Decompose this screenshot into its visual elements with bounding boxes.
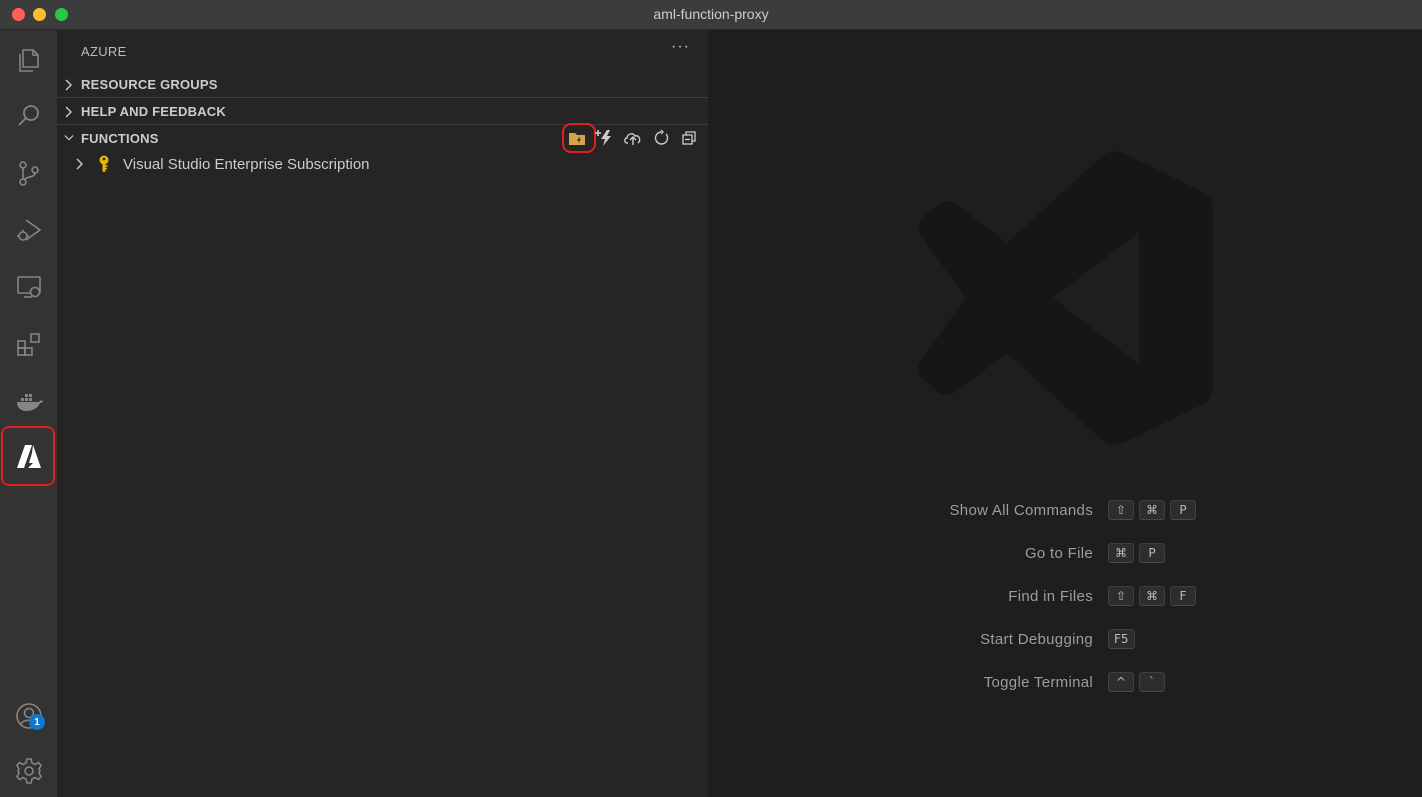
command-key: ⌘ <box>1139 500 1165 520</box>
title-bar: aml-function-proxy <box>0 0 1422 30</box>
key-icon <box>97 155 113 173</box>
shortcut-go-to-file[interactable]: Go to File ⌘ P <box>708 543 1422 567</box>
shortcut-show-all-commands[interactable]: Show All Commands ⇧ ⌘ P <box>708 500 1422 524</box>
section-help-feedback[interactable]: HELP AND FEEDBACK <box>57 99 708 125</box>
extensions-icon[interactable] <box>0 318 57 370</box>
subscription-label: Visual Studio Enterprise Subscription <box>123 155 370 173</box>
section-label: HELP AND FEEDBACK <box>81 104 226 119</box>
source-control-icon[interactable] <box>0 147 57 199</box>
collapse-all-icon <box>682 131 696 145</box>
accounts-badge: 1 <box>29 714 45 730</box>
window-title: aml-function-proxy <box>653 6 769 22</box>
section-functions[interactable]: FUNCTIONS <box>57 123 708 153</box>
vscode-logo-watermark-icon <box>918 151 1213 445</box>
chevron-down-icon <box>64 133 74 143</box>
shift-key: ⇧ <box>1108 500 1134 520</box>
shortcut-keys: ^ ` <box>1108 672 1165 692</box>
shortcut-keys: ⌘ P <box>1108 543 1165 563</box>
shift-key: ⇧ <box>1108 586 1134 606</box>
function-key: F5 <box>1108 629 1135 649</box>
more-actions-button[interactable]: ··· <box>671 38 690 56</box>
collapse-all-button[interactable] <box>678 127 700 149</box>
deploy-button[interactable] <box>622 127 644 149</box>
shortcut-find-in-files[interactable]: Find in Files ⇧ ⌘ F <box>708 586 1422 610</box>
tree-item-subscription[interactable]: Visual Studio Enterprise Subscription <box>57 152 708 176</box>
sidebar-title: AZURE <box>81 44 127 59</box>
shortcut-label: Start Debugging <box>980 631 1093 648</box>
docker-icon[interactable] <box>0 375 57 427</box>
shortcut-toggle-terminal[interactable]: Toggle Terminal ^ ` <box>708 672 1422 696</box>
command-key: ⌘ <box>1108 543 1134 563</box>
chevron-right-icon <box>75 158 85 170</box>
shortcut-label: Go to File <box>1024 545 1093 562</box>
section-resource-groups[interactable]: RESOURCE GROUPS <box>57 72 708 98</box>
search-icon[interactable] <box>0 90 57 142</box>
shortcut-label: Find in Files <box>1008 588 1093 605</box>
functions-toolbar <box>562 123 700 153</box>
accounts-icon[interactable] <box>0 690 57 742</box>
create-project-highlight-annotation <box>562 123 596 153</box>
chevron-right-icon <box>64 106 74 118</box>
activity-bar: 1 <box>0 30 57 797</box>
run-debug-icon[interactable] <box>0 204 57 256</box>
section-label: FUNCTIONS <box>81 130 159 146</box>
letter-key: P <box>1139 543 1165 563</box>
shortcut-label: Show All Commands <box>949 502 1093 519</box>
command-key: ⌘ <box>1139 586 1165 606</box>
azure-sidebar: AZURE ··· RESOURCE GROUPS HELP AND FEEDB… <box>57 30 708 797</box>
chevron-right-icon <box>64 79 74 91</box>
backtick-key: ` <box>1139 672 1165 692</box>
control-key: ^ <box>1108 672 1134 692</box>
azure-highlight-annotation <box>1 426 55 486</box>
section-label: RESOURCE GROUPS <box>81 77 218 92</box>
settings-gear-icon[interactable] <box>0 745 57 797</box>
remote-explorer-icon[interactable] <box>0 261 57 313</box>
editor-area: Show All Commands ⇧ ⌘ P Go to File ⌘ P F… <box>708 30 1422 797</box>
deploy-icon <box>624 133 641 145</box>
letter-key: F <box>1170 586 1196 606</box>
letter-key: P <box>1170 500 1196 520</box>
create-function-button[interactable] <box>594 127 616 149</box>
refresh-icon <box>654 129 669 145</box>
create-function-icon <box>595 130 611 146</box>
shortcut-keys: ⇧ ⌘ P <box>1108 500 1196 520</box>
explorer-icon[interactable] <box>0 34 57 86</box>
create-new-project-button[interactable] <box>562 123 596 153</box>
shortcut-keys: ⇧ ⌘ F <box>1108 586 1196 606</box>
shortcut-start-debugging[interactable]: Start Debugging F5 <box>708 629 1422 653</box>
refresh-button[interactable] <box>650 127 672 149</box>
shortcut-keys: F5 <box>1108 629 1135 649</box>
shortcut-label: Toggle Terminal <box>983 674 1093 691</box>
